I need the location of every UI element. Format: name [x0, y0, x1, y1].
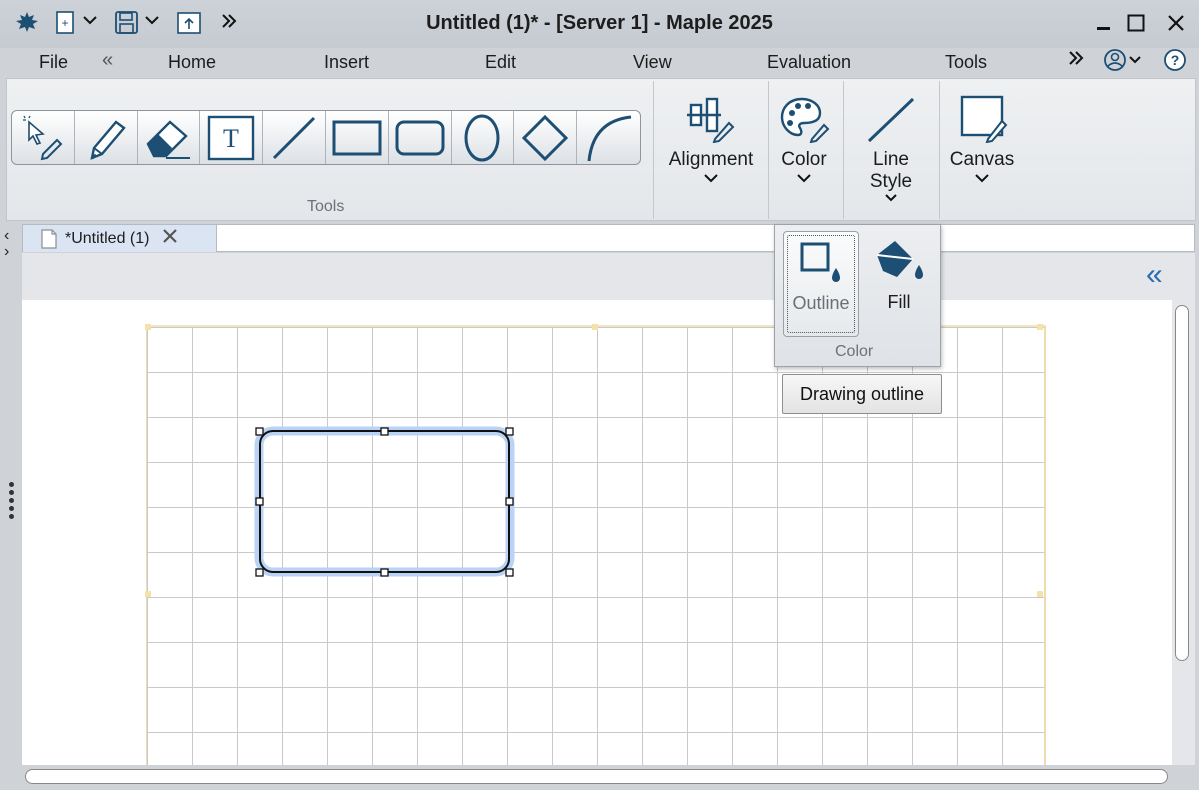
color-dropdown-panel: Outline Fill Color [774, 224, 941, 367]
color-group-label: Color [835, 343, 874, 360]
vertical-scrollbar[interactable] [1175, 305, 1189, 661]
palette-resize-grip[interactable] [9, 482, 15, 522]
canvas-markers-layer [145, 324, 1043, 597]
focus-rectangle [787, 235, 855, 333]
outline-color-button[interactable]: Outline [783, 231, 859, 337]
fill-label: Fill [887, 292, 911, 312]
horizontal-scrollbar[interactable] [25, 769, 1168, 784]
selected-rounded-rectangle-shape[interactable] [250, 422, 522, 582]
fill-color-button[interactable]: Fill [861, 231, 937, 337]
fill-bucket-icon [876, 241, 923, 279]
tooltip: Drawing outline [782, 374, 942, 414]
